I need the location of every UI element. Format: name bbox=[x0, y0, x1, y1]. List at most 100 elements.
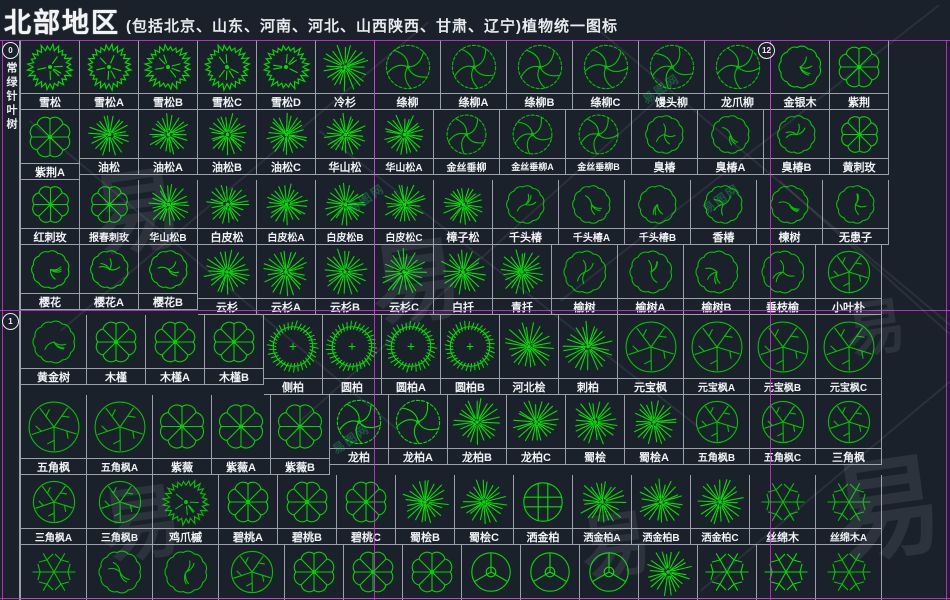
plant-cell[interactable]: 圆柏B bbox=[441, 315, 500, 395]
plant-cell[interactable]: 侧柏 bbox=[264, 315, 323, 395]
plant-cell[interactable]: 蜀桧A bbox=[625, 395, 684, 465]
plant-cell[interactable]: 云杉B bbox=[316, 245, 375, 315]
plant-cell[interactable]: 紫薇 bbox=[153, 395, 212, 475]
plant-cell[interactable]: 元宝枫B bbox=[750, 315, 816, 395]
plant-cell[interactable]: 鸡爪槭 bbox=[153, 475, 219, 545]
plant-cell[interactable]: 五角枫A bbox=[87, 395, 153, 475]
plant-cell[interactable]: 千头椿B bbox=[625, 180, 691, 245]
plant-cell[interactable]: 黄金树 bbox=[21, 315, 87, 385]
plant-cell[interactable]: 垂枝榆 bbox=[750, 245, 816, 315]
plant-cell[interactable]: 蜀桧 bbox=[566, 395, 625, 465]
plant-cell[interactable]: 蜀桧C bbox=[455, 475, 514, 545]
plant-cell[interactable]: 金丝垂柳 bbox=[434, 110, 500, 175]
plant-cell[interactable]: 紫薇B bbox=[271, 395, 330, 475]
plant-cell[interactable]: 樱花 bbox=[21, 245, 80, 310]
plant-cell[interactable]: 榆树B bbox=[684, 245, 750, 315]
plant-cell[interactable]: 北京桧 bbox=[462, 545, 521, 600]
plant-cell[interactable]: 无患子 bbox=[823, 180, 889, 245]
plant-cell[interactable]: 黄刺玫 bbox=[830, 110, 889, 175]
plant-cell[interactable]: 鹿角柏 bbox=[698, 545, 757, 600]
plant-cell[interactable]: 五角枫C bbox=[750, 395, 816, 465]
plant-cell[interactable]: 榆叶梅B bbox=[403, 545, 462, 600]
plant-cell[interactable]: 龙柏B bbox=[448, 395, 507, 465]
plant-cell[interactable]: 龙柏A bbox=[389, 395, 448, 465]
plant-cell[interactable]: 樱花B bbox=[139, 245, 198, 310]
plant-cell[interactable]: 油松C bbox=[257, 110, 316, 175]
plant-cell[interactable]: 臭椿B bbox=[764, 110, 830, 175]
plant-cell[interactable]: 榆叶梅 bbox=[285, 545, 344, 600]
plant-cell[interactable]: 柿树 bbox=[219, 545, 285, 600]
plant-cell[interactable]: 枣树 bbox=[816, 545, 882, 600]
plant-cell[interactable]: 丝绵木A bbox=[816, 475, 882, 545]
plant-cell[interactable]: 元宝枫C bbox=[816, 315, 882, 395]
plant-cell[interactable]: 绦柳B bbox=[507, 40, 573, 110]
plant-cell[interactable]: 绦柳A bbox=[441, 40, 507, 110]
plant-cell[interactable]: 碧桃A bbox=[219, 475, 278, 545]
plant-cell[interactable]: 圆柏 bbox=[323, 315, 382, 395]
plant-cell[interactable]: 绦柳C bbox=[573, 40, 639, 110]
plant-cell[interactable]: 小叶朴 bbox=[816, 245, 882, 315]
plant-cell[interactable]: 金丝垂柳A bbox=[500, 110, 566, 175]
plant-cell[interactable]: 龙柏C bbox=[507, 395, 566, 465]
plant-cell[interactable]: 雪松D bbox=[257, 40, 316, 110]
plant-cell[interactable]: 绦柳 bbox=[375, 40, 441, 110]
plant-cell[interactable]: 偃柏 bbox=[580, 545, 639, 600]
plant-cell[interactable]: 千头椿A bbox=[559, 180, 625, 245]
plant-cell[interactable]: 油松 bbox=[80, 110, 139, 175]
plant-cell[interactable]: 榆树 bbox=[552, 245, 618, 315]
plant-cell[interactable]: 元宝枫A bbox=[684, 315, 750, 395]
plant-cell[interactable]: 云杉 bbox=[198, 245, 257, 315]
plant-cell[interactable]: 臭椿 bbox=[632, 110, 698, 175]
plant-cell[interactable]: 山东桧 bbox=[521, 545, 580, 600]
plant-cell[interactable]: 洒金柏B bbox=[632, 475, 691, 545]
plant-cell[interactable]: 白皮松 bbox=[198, 180, 257, 245]
plant-cell[interactable]: 雪松A bbox=[80, 40, 139, 110]
plant-cell[interactable]: 五角枫 bbox=[21, 395, 87, 475]
plant-cell[interactable]: 木槿A bbox=[146, 315, 205, 385]
plant-cell[interactable]: 云杉A bbox=[257, 245, 316, 315]
plant-cell[interactable]: 金银木 bbox=[771, 40, 830, 110]
plant-cell[interactable]: 樱花A bbox=[80, 245, 139, 310]
plant-cell[interactable]: 紫荆A bbox=[21, 110, 80, 180]
plant-cell[interactable]: 臭椿A bbox=[698, 110, 764, 175]
plant-cell[interactable]: 三角枫A bbox=[21, 475, 87, 545]
plant-cell[interactable]: 白皮松A bbox=[257, 180, 316, 245]
plant-cell[interactable]: 五角枫B bbox=[684, 395, 750, 465]
plant-cell[interactable]: 红刺玫 bbox=[21, 180, 80, 245]
plant-cell[interactable]: 洒金柏 bbox=[514, 475, 573, 545]
plant-cell[interactable]: 冷杉 bbox=[316, 40, 375, 110]
plant-cell[interactable]: 紫荆 bbox=[830, 40, 889, 110]
plant-cell[interactable]: 金丝垂柳B bbox=[566, 110, 632, 175]
plant-cell[interactable]: 三角枫B bbox=[87, 475, 153, 545]
plant-cell[interactable]: 碧桃C bbox=[337, 475, 396, 545]
plant-cell[interactable]: 雪松C bbox=[198, 40, 257, 110]
plant-cell[interactable]: 元宝枫 bbox=[618, 315, 684, 395]
plant-cell[interactable]: 樟子松 bbox=[434, 180, 493, 245]
plant-cell[interactable]: 馒头柳 bbox=[639, 40, 705, 110]
plant-cell[interactable]: 丝绵木B bbox=[21, 545, 87, 600]
plant-cell[interactable]: 白扦 bbox=[434, 245, 493, 315]
plant-cell[interactable]: 白皮松B bbox=[316, 180, 375, 245]
plant-cell[interactable]: 龙柏 bbox=[330, 395, 389, 465]
plant-cell[interactable]: 蜀桧B bbox=[396, 475, 455, 545]
plant-cell[interactable]: 三角枫 bbox=[816, 395, 882, 465]
plant-cell[interactable]: 圆柏A bbox=[382, 315, 441, 395]
plant-cell[interactable]: 油松B bbox=[198, 110, 257, 175]
plant-cell[interactable]: 楝树 bbox=[757, 180, 823, 245]
plant-cell[interactable]: 华山松A bbox=[375, 110, 434, 175]
plant-cell[interactable]: 千头椿 bbox=[493, 180, 559, 245]
plant-cell[interactable]: 翠柏 bbox=[639, 545, 698, 600]
plant-cell[interactable]: 报春刺玫 bbox=[80, 180, 139, 245]
plant-cell[interactable]: 榆树A bbox=[618, 245, 684, 315]
plant-cell[interactable]: 华山松B bbox=[139, 180, 198, 245]
plant-cell[interactable]: 木槿B bbox=[205, 315, 264, 385]
plant-cell[interactable]: 粗榧 bbox=[757, 545, 816, 600]
plant-cell[interactable]: 白皮松C bbox=[375, 180, 434, 245]
plant-cell[interactable]: 青扦 bbox=[493, 245, 552, 315]
plant-cell[interactable]: 丝绵木 bbox=[750, 475, 816, 545]
plant-cell[interactable]: 香椿 bbox=[691, 180, 757, 245]
plant-cell[interactable]: 洒金柏C bbox=[691, 475, 750, 545]
plant-cell[interactable]: 碧桃B bbox=[278, 475, 337, 545]
plant-cell[interactable]: 油松A bbox=[139, 110, 198, 175]
plant-cell[interactable]: 皂荚 bbox=[87, 545, 153, 600]
